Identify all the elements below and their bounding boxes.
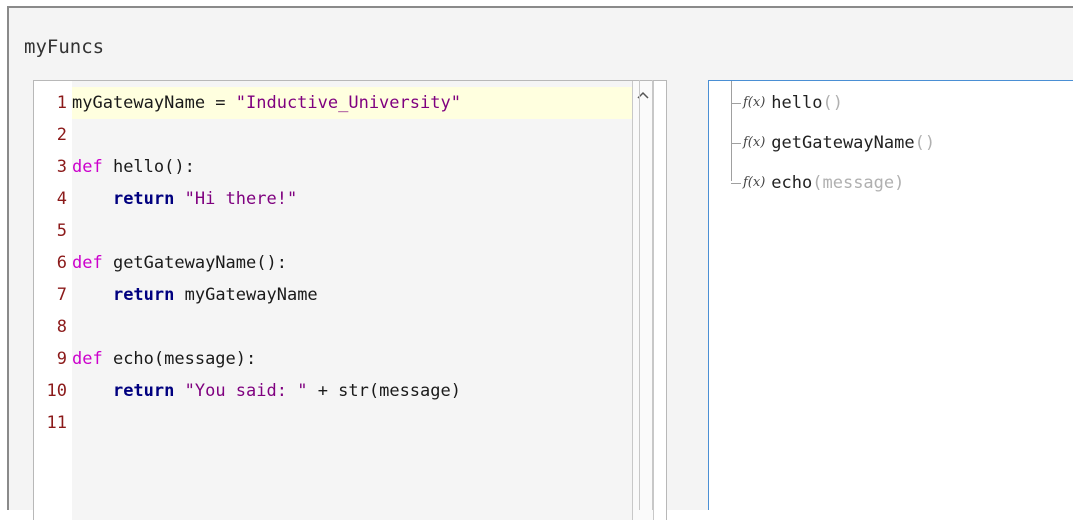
code-line[interactable]: def hello(): [72, 151, 195, 183]
code-token: + str(message) [307, 381, 461, 401]
line-number: 10 [46, 381, 67, 401]
code-token: def [72, 349, 103, 369]
code-line[interactable]: return myGatewayName [72, 279, 318, 311]
function-icon: f(x) [743, 175, 766, 190]
function-args: () [914, 133, 936, 153]
code-token: "You said: " [184, 381, 308, 401]
code-line[interactable]: def getGatewayName(): [72, 247, 287, 279]
function-tree-item[interactable]: f(x) getGatewayName() [731, 123, 935, 163]
code-token: return [112, 285, 175, 305]
function-name: getGatewayName [771, 133, 915, 153]
function-tree[interactable]: f(x) hello() f(x) getGatewayName() f(x) echo(… [708, 80, 1073, 510]
code-token: "Inductive_University" [235, 93, 461, 113]
chevron-up-icon[interactable] [633, 83, 653, 107]
function-args: (message) [812, 173, 905, 193]
line-number: 4 [56, 189, 67, 209]
panel-title: myFuncs [24, 36, 105, 58]
code-token: myGatewayName = [72, 93, 236, 113]
code-line[interactable]: myGatewayName = "Inductive_University" [72, 87, 632, 119]
line-number: 6 [56, 253, 67, 273]
code-token: "Hi there!" [184, 189, 298, 209]
line-number: 3 [56, 157, 67, 177]
function-name: hello [771, 93, 823, 113]
code-editor[interactable]: 1 myGatewayName = "Inductive_University" 2… [33, 80, 667, 520]
line-number: 1 [56, 93, 67, 113]
function-tree-item[interactable]: f(x) echo (message) [731, 163, 904, 203]
vertical-scrollbar[interactable] [632, 81, 654, 520]
splitter-line [639, 80, 640, 510]
function-tree-item[interactable]: f(x) hello() [731, 83, 843, 123]
line-number: 2 [56, 125, 67, 145]
line-number: 8 [56, 317, 67, 337]
function-icon: f(x) [743, 135, 766, 150]
splitter-line[interactable] [652, 80, 653, 510]
code-token: getGatewayName(): [102, 253, 287, 273]
function-args: () [822, 93, 843, 113]
code-line[interactable]: return "Hi there!" [72, 183, 297, 215]
line-number: 5 [56, 221, 67, 241]
code-line[interactable]: def echo(message): [72, 343, 256, 375]
line-number: 9 [56, 349, 67, 369]
line-number: 7 [56, 285, 67, 305]
code-token: hello(): [102, 157, 195, 177]
code-token: echo(message): [102, 349, 257, 369]
code-token: def [72, 253, 103, 273]
code-token: def [72, 157, 103, 177]
function-name: echo [771, 173, 813, 193]
code-token: return [112, 189, 175, 209]
line-number: 11 [46, 413, 67, 433]
function-icon: f(x) [743, 95, 766, 110]
code-token: myGatewayName [174, 285, 318, 305]
code-token: return [112, 381, 175, 401]
code-line[interactable]: return "You said: " + str(message) [72, 375, 461, 407]
